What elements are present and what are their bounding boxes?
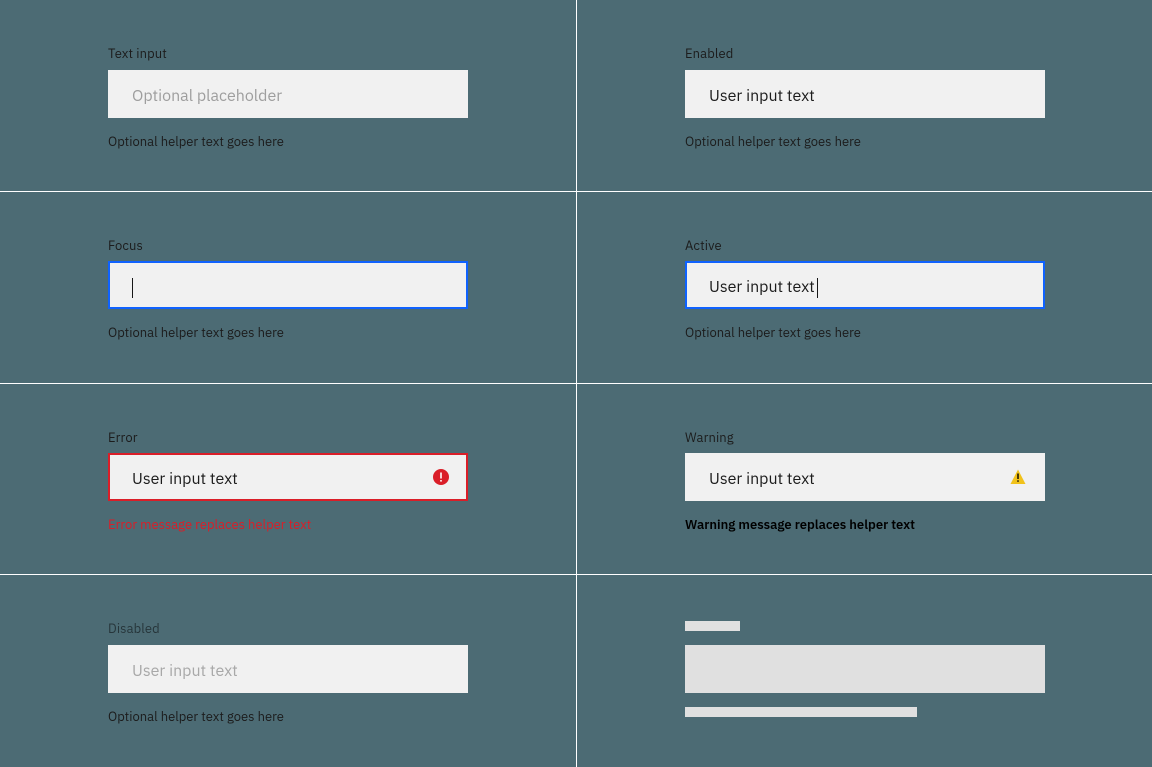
field-value: User input text [132,661,238,681]
field-value: User input text [132,469,238,489]
state-enabled: Enabled User input text Optional helper … [577,0,1152,192]
state-skeleton [577,575,1152,767]
text-caret-icon [817,278,818,298]
focus-field[interactable] [108,261,468,309]
active-field[interactable]: User input text [685,261,1045,309]
state-warning: Warning User input text Warning message … [577,384,1152,576]
field-helper: Optional helper text goes here [685,325,1045,341]
field-label: Focus [108,238,468,254]
field-value: User input text [709,469,815,489]
text-input-field[interactable]: Optional placeholder [108,70,468,118]
field-helper: Optional helper text goes here [108,325,468,341]
text-caret-icon [132,278,133,298]
warning-icon [1009,468,1027,486]
field-label: Disabled [108,621,468,637]
state-focus: Focus Optional helper text goes here [0,192,577,384]
field-helper: Optional helper text goes here [685,134,1045,150]
field-label: Enabled [685,46,1045,62]
enabled-field[interactable]: User input text [685,70,1045,118]
state-text-input: Text input Optional placeholder Optional… [0,0,577,192]
error-icon [432,468,450,486]
skeleton-field-icon [685,645,1045,693]
state-active: Active User input text Optional helper t… [577,192,1152,384]
state-error: Error User input text Error message repl… [0,384,577,576]
field-label: Text input [108,46,468,62]
field-warning-message: Warning message replaces helper text [685,517,1045,533]
state-disabled: Disabled User input text Optional helper… [0,575,577,767]
field-value: User input text [709,277,815,297]
error-field[interactable]: User input text [108,453,468,501]
field-placeholder: Optional placeholder [132,86,282,106]
field-value: User input text [709,86,815,106]
skeleton-helper-icon [685,707,917,717]
skeleton-label-icon [685,621,740,631]
disabled-field: User input text [108,645,468,693]
field-helper: Optional helper text goes here [108,709,468,725]
field-label: Warning [685,430,1045,446]
field-helper: Optional helper text goes here [108,134,468,150]
field-label: Error [108,430,468,446]
field-label: Active [685,238,1045,254]
warning-field[interactable]: User input text [685,453,1045,501]
field-error-message: Error message replaces helper text [108,517,468,533]
